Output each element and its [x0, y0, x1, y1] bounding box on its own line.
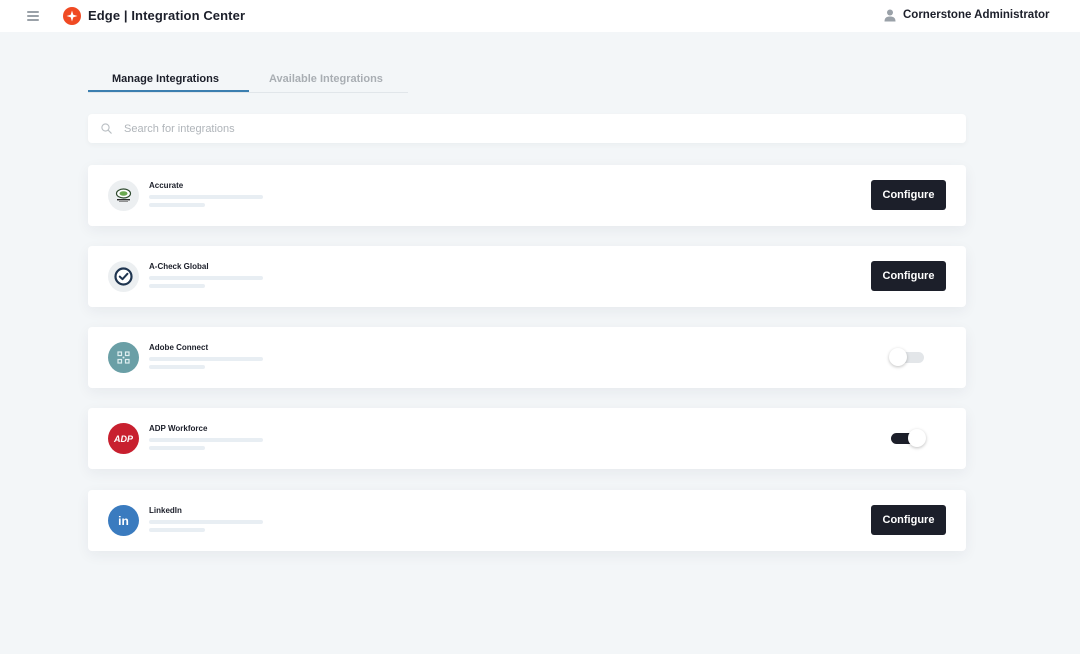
acheck-global-logo-icon	[108, 261, 139, 292]
configure-button[interactable]: Configure	[871, 505, 946, 535]
top-header: Edge | Integration Center Cornerstone Ad…	[0, 0, 1080, 32]
hamburger-menu-icon[interactable]	[27, 11, 39, 21]
description-placeholder	[149, 365, 205, 369]
toggle-knob	[908, 429, 926, 447]
description-placeholder	[149, 528, 205, 532]
integration-card-adp-workforce: ADP ADP Workforce	[88, 408, 966, 469]
linkedin-logo-text: in	[118, 514, 129, 528]
configure-button[interactable]: Configure	[871, 261, 946, 291]
description-placeholder	[149, 446, 205, 450]
edge-logo-icon	[63, 7, 81, 25]
configure-button[interactable]: Configure	[871, 180, 946, 210]
linkedin-logo-icon: in	[108, 505, 139, 536]
accurate-logo-icon	[108, 180, 139, 211]
enable-toggle[interactable]	[889, 348, 924, 366]
tab-available-integrations[interactable]: Available Integrations	[269, 73, 383, 85]
description-placeholder	[149, 195, 263, 199]
integration-card-linkedin: in LinkedIn Configure	[88, 490, 966, 551]
tab-manage-integrations[interactable]: Manage Integrations	[112, 73, 219, 85]
integration-card-acheck-global: A-Check Global Configure	[88, 246, 966, 307]
description-placeholder	[149, 520, 263, 524]
integration-name: Adobe Connect	[149, 343, 209, 352]
adobe-connect-logo-icon	[108, 342, 139, 373]
user-name[interactable]: Cornerstone Administrator	[903, 9, 1050, 21]
app-title: Edge | Integration Center	[88, 8, 246, 23]
description-placeholder	[149, 203, 205, 207]
integration-name: LinkedIn	[149, 506, 182, 515]
active-tab-indicator	[88, 90, 249, 92]
search-bar	[88, 114, 966, 143]
integration-name: ADP Workforce	[149, 424, 208, 433]
integration-tabs: Manage Integrations Available Integratio…	[88, 68, 408, 93]
search-icon	[101, 123, 112, 134]
enable-toggle[interactable]	[891, 429, 926, 447]
description-placeholder	[149, 438, 263, 442]
integration-card-accurate: Accurate Configure	[88, 165, 966, 226]
description-placeholder	[149, 276, 263, 280]
toggle-knob	[889, 348, 907, 366]
integration-name: A-Check Global	[149, 262, 209, 271]
integration-card-adobe-connect: Adobe Connect	[88, 327, 966, 388]
integration-name: Accurate	[149, 181, 184, 190]
description-placeholder	[149, 357, 263, 361]
search-input[interactable]	[124, 114, 944, 143]
description-placeholder	[149, 284, 205, 288]
user-icon	[884, 9, 896, 22]
adp-logo-text: ADP	[113, 434, 134, 444]
adp-logo-icon: ADP	[108, 423, 139, 454]
